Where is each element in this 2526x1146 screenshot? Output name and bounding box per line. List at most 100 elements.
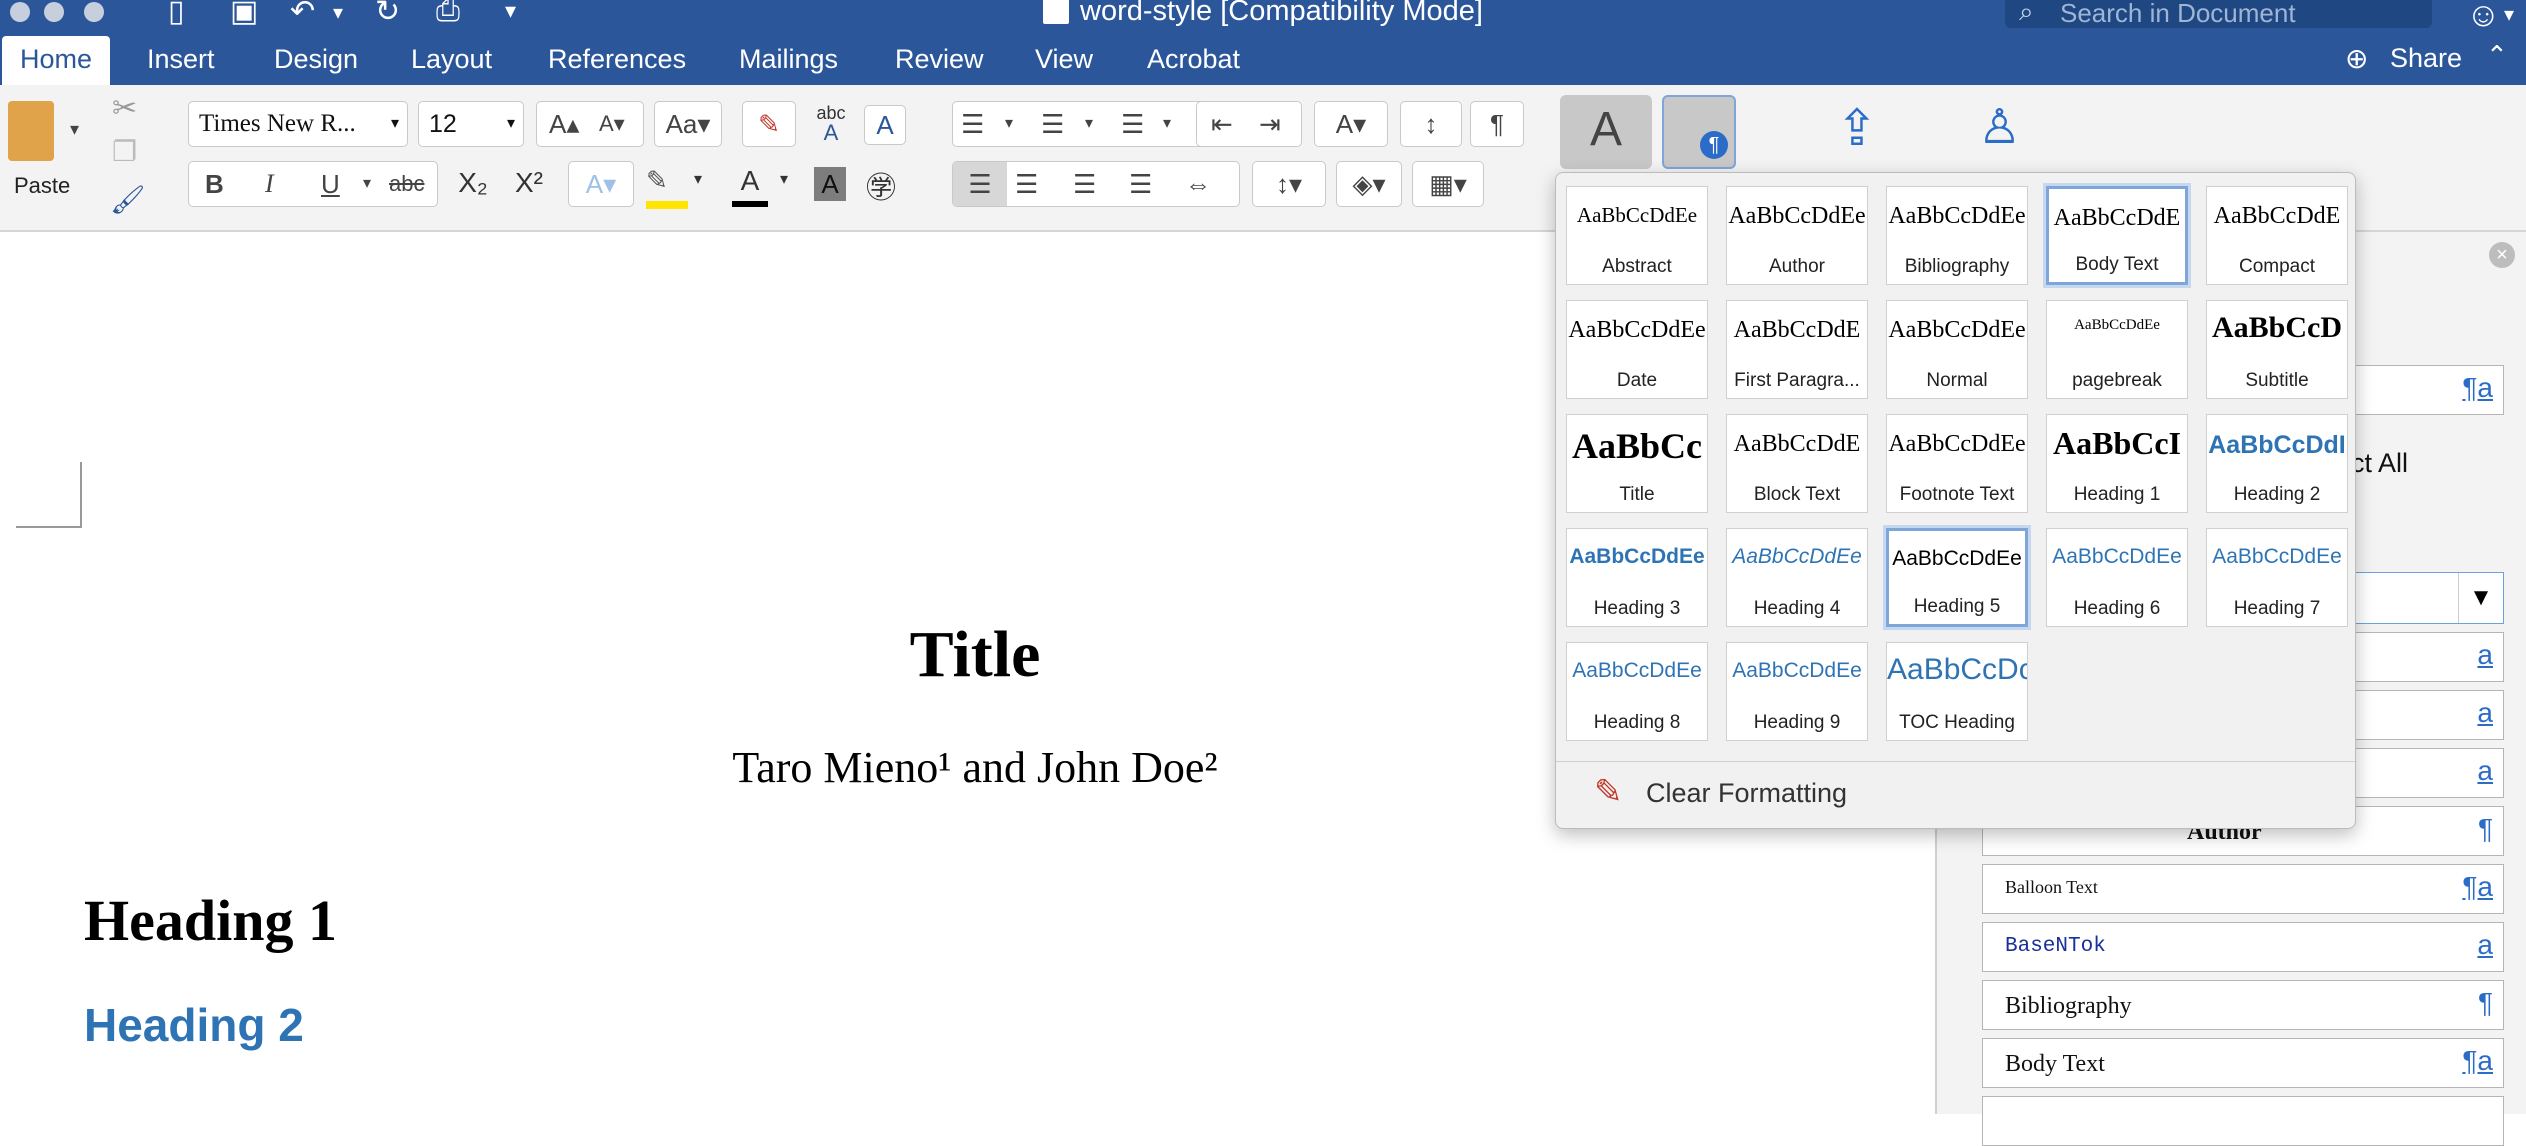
multilevel-dropdown-icon[interactable]: ▾ (1163, 102, 1171, 146)
bold-button[interactable]: B (205, 162, 224, 206)
dictate-signature-icon[interactable]: ♙ (1978, 99, 2021, 155)
doc-heading-1[interactable]: Heading 1 (84, 887, 337, 954)
tab-acrobat[interactable]: Acrobat (1147, 44, 1240, 75)
search-field[interactable]: ⌕ Search in Document (2005, 0, 2432, 28)
copy-icon[interactable]: ❐ (112, 135, 137, 168)
style-tile[interactable]: AaBbCcDdEe Bibliography (1886, 186, 2028, 285)
grow-font-icon[interactable]: A▴ (549, 102, 579, 146)
style-tile[interactable]: AaBbCcDdEe Author (1726, 186, 1868, 285)
style-tile[interactable]: AaBbCcDdEe Heading 4 (1726, 528, 1868, 627)
tab-mailings[interactable]: Mailings (739, 44, 838, 75)
sidebar-icon[interactable]: ▯ (168, 0, 185, 29)
zoom-window-button[interactable] (84, 2, 104, 22)
bullets-icon[interactable]: ☰ (961, 102, 984, 146)
clear-formatting-button[interactable]: ✎ Clear Formatting (1556, 761, 2355, 828)
font-name-dropdown-icon[interactable]: ▾ (391, 102, 399, 146)
font-color-icon[interactable]: A (730, 165, 770, 197)
borders-icon[interactable]: ▦▾ (1412, 161, 1484, 207)
align-center-icon[interactable]: ☰ (1015, 162, 1038, 206)
style-tile[interactable]: AaBbCcDdE Block Text (1726, 414, 1868, 513)
tab-insert[interactable]: Insert (147, 44, 215, 75)
collapse-ribbon-icon[interactable]: ⌃ (2486, 40, 2508, 71)
style-tile[interactable]: AaBbCcD Subtitle (2206, 300, 2348, 399)
justify-icon[interactable]: ☰ (1129, 162, 1152, 206)
style-tile[interactable]: AaBbCcDdEe Date (1566, 300, 1708, 399)
redo-icon[interactable]: ↻ (375, 0, 400, 29)
line-spacing-icon[interactable]: ↕▾ (1252, 161, 1326, 207)
subscript-button[interactable]: X₂ (450, 167, 496, 199)
close-pane-icon[interactable]: × (2489, 242, 2515, 268)
tab-home[interactable]: Home (2, 36, 111, 85)
style-list-item[interactable] (1982, 1096, 2504, 1146)
style-tile[interactable]: AaBbCcDdEe pagebreak (2046, 300, 2188, 399)
show-formatting-button[interactable]: ¶ (1470, 101, 1524, 147)
font-size-dropdown-icon[interactable]: ▾ (507, 102, 515, 146)
underline-dropdown-icon[interactable]: ▾ (363, 162, 371, 206)
tab-references[interactable]: References (548, 44, 686, 75)
styles-pane-button[interactable]: ¶ (1662, 95, 1736, 169)
align-right-icon[interactable]: ☰ (1073, 162, 1096, 206)
character-shading-icon[interactable]: A (814, 167, 846, 201)
style-tile[interactable]: AaBbCcDdI Heading 2 (2206, 414, 2348, 513)
style-tile[interactable]: AaBbCcDdEe Footnote Text (1886, 414, 2028, 513)
undo-dropdown-icon[interactable]: ▾ (333, 0, 343, 25)
font-color-dropdown-icon[interactable]: ▾ (780, 169, 788, 189)
multilevel-list-icon[interactable]: ☰ (1121, 102, 1144, 146)
style-list-item-body-text[interactable]: Body Text ¶a (1982, 1038, 2504, 1088)
style-tile[interactable]: AaBbCcDdEe Heading 9 (1726, 642, 1868, 741)
undo-icon[interactable]: ↶ (290, 0, 315, 29)
align-left-icon[interactable]: ☰ (953, 162, 1007, 206)
highlight-dropdown-icon[interactable]: ▾ (694, 169, 702, 189)
enclose-characters-icon[interactable]: ㊫ (866, 163, 896, 207)
tab-view[interactable]: View (1035, 44, 1093, 75)
style-tile[interactable]: AaBbCcDdEe Abstract (1566, 186, 1708, 285)
style-list-item-bibliography[interactable]: Bibliography ¶ (1982, 980, 2504, 1030)
style-tile[interactable]: AaBbCcDdEe Heading 6 (2046, 528, 2188, 627)
styles-gallery-button[interactable]: A (1560, 95, 1652, 169)
style-tile[interactable]: AaBbCcDdE First Paragra... (1726, 300, 1868, 399)
style-tile[interactable]: AaBbCcI Heading 1 (2046, 414, 2188, 513)
minimize-window-button[interactable] (44, 2, 64, 22)
clear-formatting-icon[interactable]: ✎ (742, 101, 796, 147)
feedback-dropdown-icon[interactable]: ▾ (2504, 2, 2514, 27)
style-tile[interactable]: AaBbCcDdEe Normal (1886, 300, 2028, 399)
sort-icon[interactable]: ↕ (1400, 101, 1462, 147)
numbering-dropdown-icon[interactable]: ▾ (1085, 102, 1093, 146)
decrease-indent-icon[interactable]: ⇤ (1211, 102, 1233, 146)
cut-icon[interactable]: ✂ (112, 91, 137, 126)
style-tile[interactable]: AaBbCcDdEe Heading 3 (1566, 528, 1708, 627)
strikethrough-button[interactable]: abc (389, 162, 424, 206)
phonetic-guide-icon[interactable]: abc A (810, 103, 852, 144)
numbering-icon[interactable]: ☰ (1041, 102, 1064, 146)
filter-dropdown-icon[interactable]: ▼ (2458, 573, 2503, 623)
share-upload-icon[interactable]: ⇪ (1836, 99, 1878, 157)
style-tile[interactable]: AaBbCcDdE Body Text (2046, 186, 2188, 285)
format-painter-icon[interactable]: 🖌 (110, 183, 146, 216)
print-icon[interactable]: ⎙ (436, 0, 460, 28)
increase-indent-icon[interactable]: ⇥ (1259, 102, 1281, 146)
character-border-icon[interactable]: A (864, 105, 906, 145)
text-effects-icon[interactable]: A▾ (568, 161, 634, 207)
paste-label[interactable]: Paste (14, 173, 70, 199)
paste-icon[interactable] (8, 101, 54, 161)
tab-layout[interactable]: Layout (411, 44, 492, 75)
tab-design[interactable]: Design (274, 44, 358, 75)
save-icon[interactable]: ▣ (230, 0, 258, 29)
shading-icon[interactable]: ◈▾ (1336, 161, 1402, 207)
style-tile[interactable]: AaBbCcDdE Compact (2206, 186, 2348, 285)
share-button[interactable]: Share (2390, 43, 2462, 74)
font-name-box[interactable]: Times New R... ▾ (188, 101, 408, 147)
tab-review[interactable]: Review (895, 44, 984, 75)
font-size-box[interactable]: 12 ▾ (418, 101, 524, 147)
superscript-button[interactable]: X² (506, 167, 552, 199)
customize-toolbar-icon[interactable]: ▾ (505, 0, 516, 24)
style-tile[interactable]: AaBbCcDdEe Heading 7 (2206, 528, 2348, 627)
style-tile[interactable]: AaBbCc Title (1566, 414, 1708, 513)
add-person-icon[interactable]: ⊕ (2345, 42, 2368, 75)
style-list-item-balloon-text[interactable]: Balloon Text ¶a (1982, 864, 2504, 914)
highlight-icon[interactable]: ✎ (646, 165, 690, 199)
paste-dropdown-icon[interactable]: ▾ (70, 119, 79, 140)
text-direction-icon[interactable]: A▾ (1314, 101, 1388, 147)
doc-heading-2[interactable]: Heading 2 (84, 998, 304, 1052)
style-list-item-basentok[interactable]: BaseNTok a (1982, 922, 2504, 972)
